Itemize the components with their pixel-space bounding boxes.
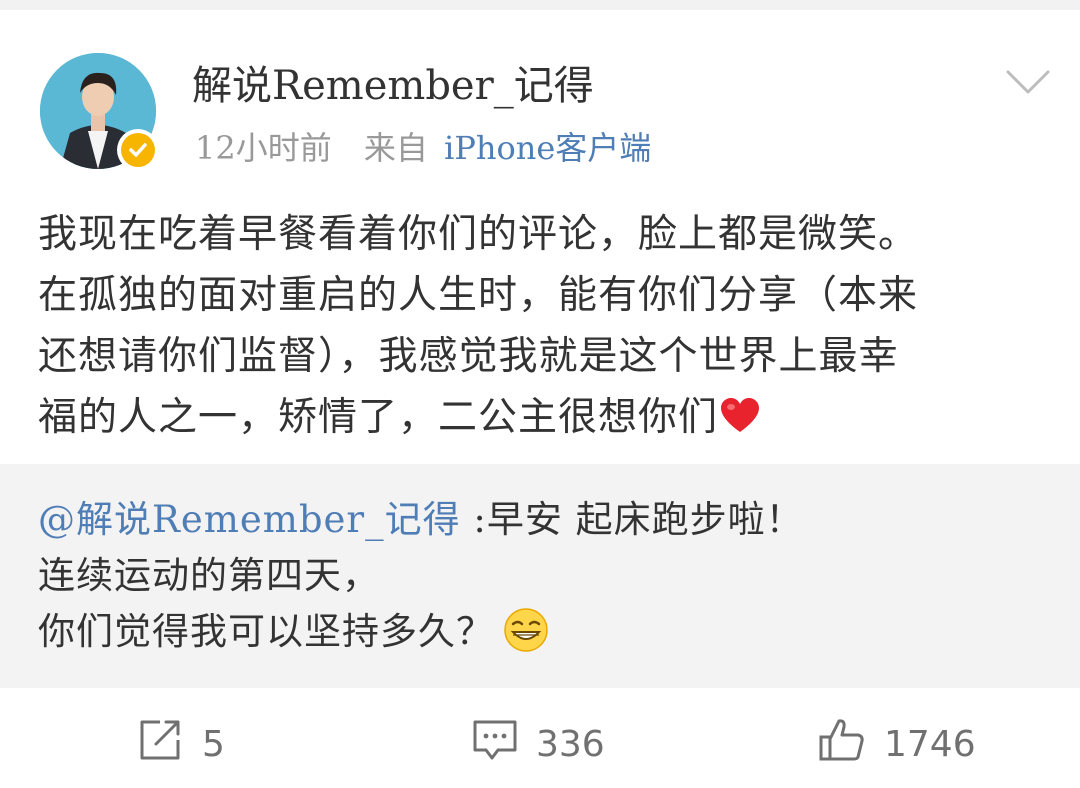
comment-icon: [472, 718, 518, 771]
like-button[interactable]: 1746: [818, 718, 976, 770]
top-divider: [0, 0, 1080, 10]
post-line: 我现在吃着早餐看着你们的评论，脸上都是微笑。: [38, 212, 919, 257]
repost-body: @解说Remember_记得 :早安 起床跑步啦！ 连续运动的第四天， 你们觉得…: [38, 492, 1048, 668]
share-icon: [138, 718, 184, 771]
repost-line-text: :早安 起床跑步啦！: [460, 498, 804, 541]
post-source-client[interactable]: iPhone客户端: [444, 129, 651, 167]
repost-button[interactable]: 5: [138, 718, 225, 770]
verified-check-icon: [121, 133, 155, 167]
post-line: 还想请你们监督），我感觉我就是这个世界上最幸: [38, 334, 899, 379]
repost-line-text: 你们觉得我可以坚持多久？: [38, 610, 494, 653]
repost-line: @解说Remember_记得 :早安 起床跑步啦！: [38, 492, 1048, 548]
repost-author-mention[interactable]: @解说Remember_记得: [38, 498, 461, 541]
like-count: 1746: [884, 723, 976, 765]
chevron-down-icon[interactable]: [1004, 66, 1052, 98]
post-author-name[interactable]: 解说Remember_记得: [192, 58, 594, 114]
comment-button[interactable]: 336: [472, 718, 605, 770]
thumbs-up-icon: [818, 717, 866, 772]
post-body: 我现在吃着早餐看着你们的评论，脸上都是微笑。 在孤独的面对重启的人生时，能有你们…: [38, 204, 1042, 452]
repost-line: 连续运动的第四天，: [38, 554, 380, 597]
post-meta: 12小时前 来自 iPhone客户端: [195, 124, 651, 172]
post-line-last: 福的人之一，矫情了，二公主很想你们: [38, 387, 1042, 452]
post-time: 12小时前: [195, 129, 332, 167]
heart-emoji-icon: [720, 391, 760, 452]
comment-count: 336: [536, 723, 605, 765]
repost-line-last: 你们觉得我可以坚持多久？: [38, 604, 1048, 668]
post-line: 福的人之一，矫情了，二公主很想你们: [38, 395, 719, 440]
post-source-label: 来自: [363, 129, 428, 167]
repost-count: 5: [202, 723, 225, 765]
verified-badge: [117, 129, 159, 171]
grin-emoji-icon: [504, 608, 548, 668]
post-line: 在孤独的面对重启的人生时，能有你们分享（本来: [38, 273, 919, 318]
